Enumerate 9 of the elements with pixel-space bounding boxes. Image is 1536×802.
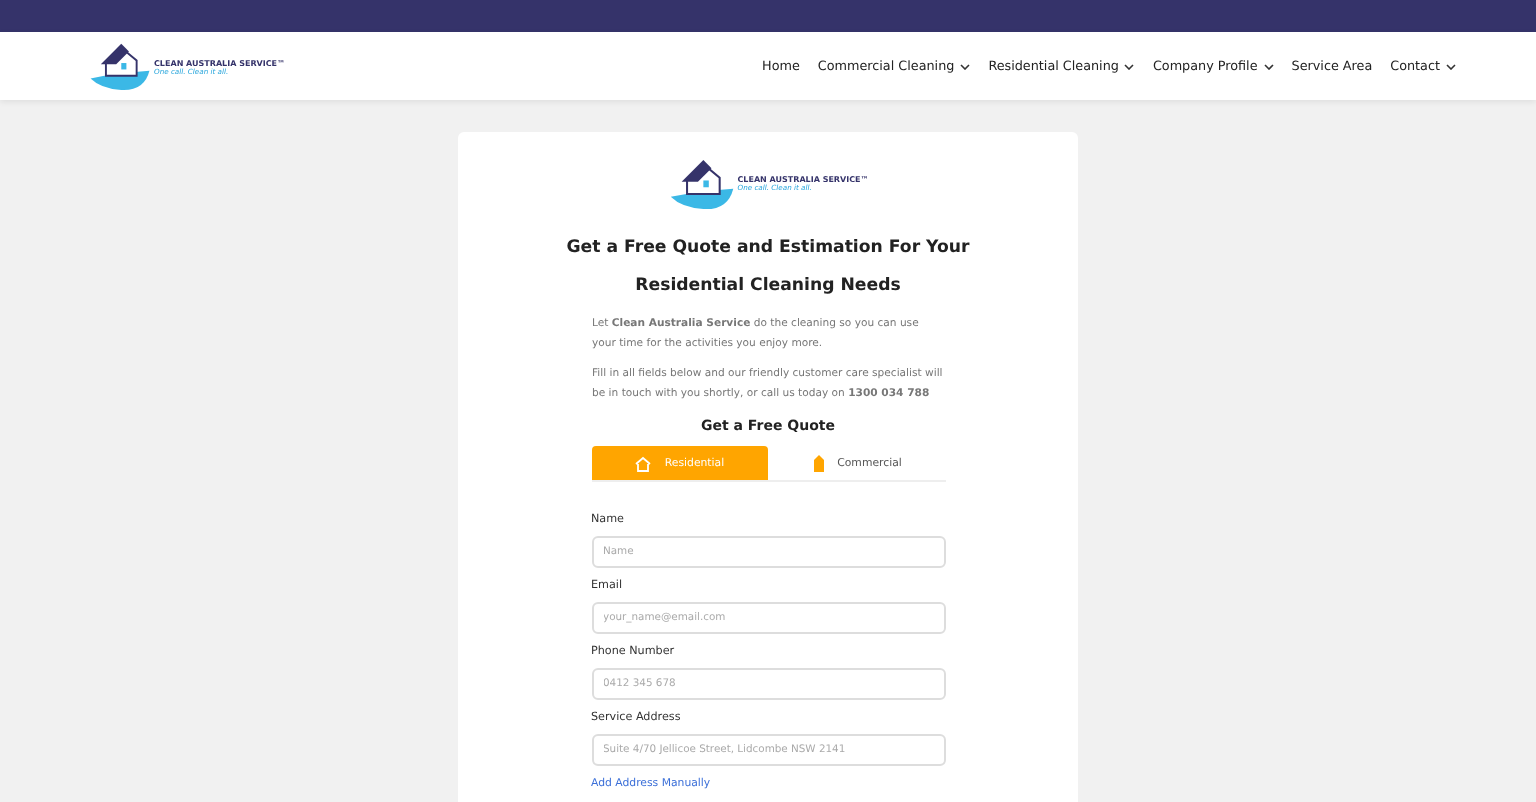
chevron-down-icon [1124,63,1135,69]
building-icon [811,454,826,473]
house-logo-icon [88,40,152,92]
chevron-down-icon [1446,63,1456,69]
house-icon [634,455,653,472]
chevron-down-icon [960,63,971,69]
chevron-down-icon [1263,63,1274,69]
house-logo-icon [667,156,736,211]
page-title: Get a Free Quote and Estimation For Your Residential Cleaning Needs [564,236,972,301]
